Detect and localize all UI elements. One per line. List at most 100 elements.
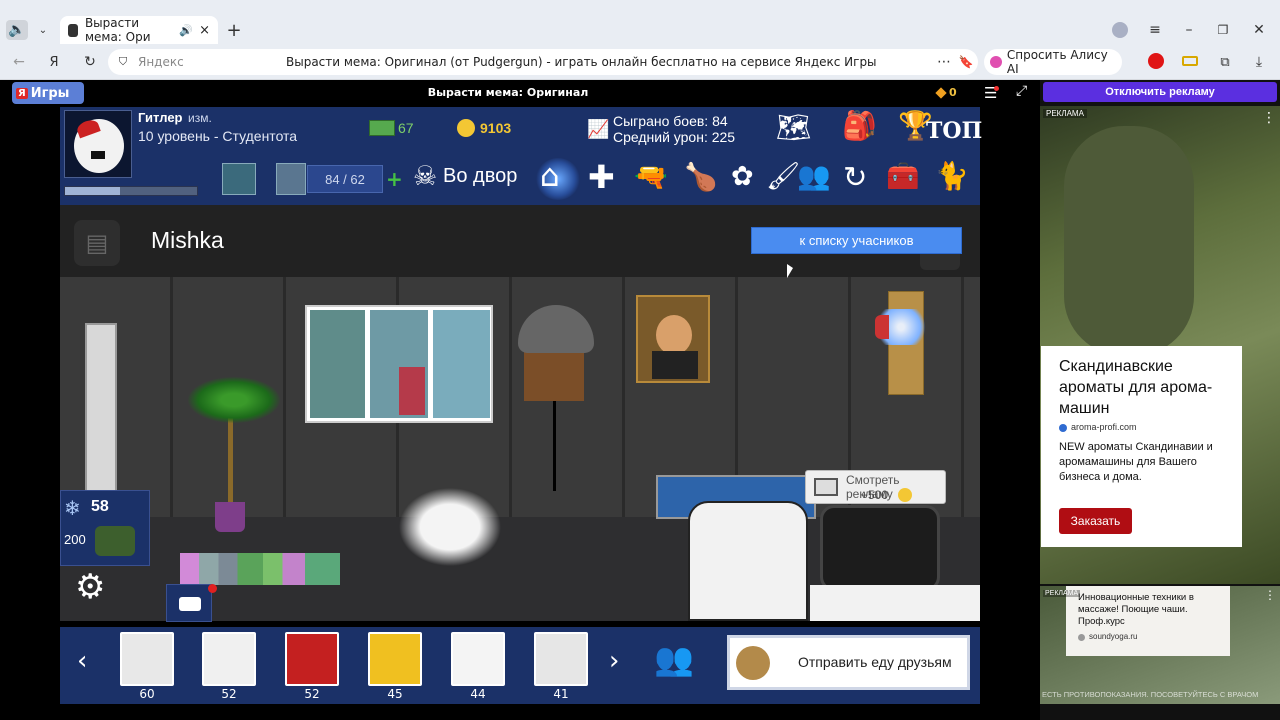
energy-value: 84 / 62 bbox=[307, 165, 383, 193]
friends-next-arrow[interactable]: › bbox=[609, 648, 619, 674]
alice-icon bbox=[990, 56, 1002, 68]
toolbox-icon[interactable]: 🧰 bbox=[886, 163, 920, 190]
map-icon[interactable]: 🗺 bbox=[776, 114, 812, 142]
chat-notification-dot bbox=[208, 584, 217, 593]
alice-button[interactable]: Спросить Алису AI bbox=[984, 48, 1122, 76]
speaker-icon[interactable]: 🔈 bbox=[6, 20, 28, 40]
watch-ad-button[interactable]: Смотреть рекламу +500 bbox=[805, 470, 946, 504]
ad1-order-button[interactable]: Заказать bbox=[1059, 508, 1132, 534]
ad1-card[interactable]: Скандинавские ароматы для арома-машин ar… bbox=[1041, 346, 1242, 547]
ad2-menu-icon[interactable]: ⋮ bbox=[1264, 588, 1276, 602]
ad1-domain-icon bbox=[1059, 424, 1067, 432]
add-energy-button[interactable]: + bbox=[386, 167, 403, 191]
friend-level: 44 bbox=[470, 687, 486, 701]
friend-level: 41 bbox=[553, 687, 569, 701]
tab-close-icon[interactable]: × bbox=[199, 23, 210, 38]
logo-label: Игры bbox=[30, 85, 70, 101]
snowflake-icon: ❄ bbox=[64, 496, 81, 520]
brush-icon[interactable]: 🖌 bbox=[766, 163, 800, 190]
tab-favicon-icon bbox=[68, 23, 78, 37]
ad2-title: Инновационные техники в массаже! Поющие … bbox=[1078, 592, 1194, 627]
battery-icon[interactable] bbox=[1182, 56, 1198, 66]
browser-addressbar: ← Я ↻ ⛉ Яндекс Вырасти мема: Оригинал (о… bbox=[0, 44, 1280, 80]
snowflake-count: 58 bbox=[91, 498, 109, 515]
yard-button[interactable]: Во двор bbox=[443, 165, 517, 188]
disable-ads-button[interactable]: Отключить рекламу bbox=[1043, 82, 1277, 102]
hospital-plus-icon[interactable]: ✚ bbox=[588, 161, 615, 193]
extensions-icon[interactable]: ⧉ bbox=[1216, 52, 1234, 72]
fullscreen-icon[interactable]: ⤢ bbox=[1016, 84, 1027, 98]
menu-icon[interactable]: ≡ bbox=[1146, 20, 1164, 40]
send-food-label: Отправить еду друзьям bbox=[798, 654, 952, 670]
tabs-dropdown-icon[interactable]: ⌄ bbox=[34, 20, 52, 40]
chat-button[interactable] bbox=[166, 584, 212, 622]
game-title: Вырасти мема: Оригинал bbox=[427, 86, 589, 99]
gold-value: 9103 bbox=[480, 120, 512, 136]
new-tab-icon[interactable]: + bbox=[224, 20, 244, 41]
cat-icon[interactable]: 🐈 bbox=[935, 163, 969, 190]
yandex-games-logo[interactable]: Я Игры bbox=[12, 82, 84, 104]
friends-prev-arrow[interactable]: ‹ bbox=[77, 648, 87, 674]
friend-avatar[interactable] bbox=[534, 632, 588, 686]
ad1-text: NEW ароматы Скандинавии и аромамашины дл… bbox=[1059, 441, 1213, 483]
yandex-icon[interactable]: Я bbox=[44, 52, 64, 72]
player-avatar[interactable] bbox=[64, 110, 132, 178]
snow-cost: 200 bbox=[64, 532, 86, 547]
friend-level: 45 bbox=[387, 687, 403, 701]
tab-title: Вырасти мема: Ори bbox=[84, 16, 151, 44]
ad1-menu-icon[interactable]: ⋮ bbox=[1262, 110, 1276, 126]
tab-mute-icon[interactable]: 🔊 bbox=[179, 24, 193, 37]
participants-list-button[interactable]: к списку учасников bbox=[751, 227, 962, 254]
page-title: Вырасти мема: Оригинал (от Pudgergun) - … bbox=[286, 55, 877, 69]
backpack-icon[interactable]: 🎒 bbox=[842, 112, 877, 140]
download-icon[interactable]: ⤓ bbox=[1250, 52, 1268, 72]
watch-ad-reward: +500 bbox=[861, 488, 889, 502]
room-owner-name: Mishka bbox=[151, 227, 224, 253]
player-name: Гитлер bbox=[138, 110, 183, 125]
edit-name-link[interactable]: изм. bbox=[188, 111, 212, 125]
friend-level: 52 bbox=[304, 687, 320, 701]
meat-icon[interactable]: 🍗 bbox=[684, 164, 718, 191]
profile-icon[interactable] bbox=[1112, 22, 1128, 38]
vehicle-icon[interactable] bbox=[95, 526, 135, 556]
reload-icon[interactable]: ↻ bbox=[80, 52, 100, 72]
notification-dot bbox=[994, 86, 999, 91]
refresh-icon[interactable]: ↻ bbox=[843, 163, 867, 192]
back-icon[interactable]: ← bbox=[10, 52, 28, 72]
shield-icon[interactable]: ⛉ bbox=[116, 53, 130, 71]
ad1-label: РЕКЛАМА bbox=[1043, 109, 1087, 118]
flower-icon[interactable]: ✿ bbox=[731, 163, 754, 190]
adblock-extension-icon[interactable] bbox=[1148, 53, 1164, 69]
friend-avatar[interactable] bbox=[451, 632, 505, 686]
tv-icon bbox=[814, 478, 838, 496]
ad2-domain: soundyoga.ru bbox=[1089, 632, 1138, 641]
notes-icon[interactable]: ▤ bbox=[74, 220, 120, 266]
bookmark-icon[interactable]: 🔖 bbox=[958, 52, 974, 72]
friend-avatar[interactable] bbox=[202, 632, 256, 686]
money-icon bbox=[369, 120, 395, 136]
settings-gear-icon[interactable]: ⚙ bbox=[75, 570, 105, 604]
ad2-card[interactable]: Инновационные техники в массаже! Поющие … bbox=[1066, 586, 1230, 656]
home-icon[interactable]: ⌂ bbox=[540, 161, 560, 192]
send-food-button[interactable]: Отправить еду друзьям bbox=[727, 635, 970, 690]
close-window-icon[interactable]: ✕ bbox=[1250, 20, 1268, 40]
minimize-icon[interactable]: – bbox=[1180, 20, 1198, 40]
ad1-domain: aroma-profi.com bbox=[1071, 422, 1137, 432]
more-icon[interactable]: ⋯ bbox=[936, 52, 952, 72]
gun-icon[interactable]: 🔫 bbox=[634, 164, 668, 191]
treasure-chest-icon[interactable] bbox=[222, 163, 256, 195]
coin-counter: 0 bbox=[935, 86, 957, 99]
alice-label: Спросить Алису AI bbox=[1006, 48, 1108, 76]
ad2-label: РЕКЛАМА bbox=[1043, 590, 1081, 597]
restore-icon[interactable]: ❐ bbox=[1214, 20, 1232, 40]
friend-avatar[interactable] bbox=[368, 632, 422, 686]
gang-icon[interactable]: 👥 bbox=[797, 163, 831, 190]
friend-avatar[interactable] bbox=[120, 632, 174, 686]
ad2-domain-icon bbox=[1078, 634, 1085, 641]
friends-group-icon[interactable]: 👥 bbox=[654, 643, 694, 675]
friend-avatar[interactable] bbox=[285, 632, 339, 686]
tab-active[interactable]: Вырасти мема: Ори 🔊 × bbox=[60, 16, 218, 44]
top-label[interactable]: ТОП bbox=[926, 118, 982, 144]
yandex-logo-icon: Я bbox=[16, 87, 28, 99]
gold-icon bbox=[457, 119, 475, 137]
